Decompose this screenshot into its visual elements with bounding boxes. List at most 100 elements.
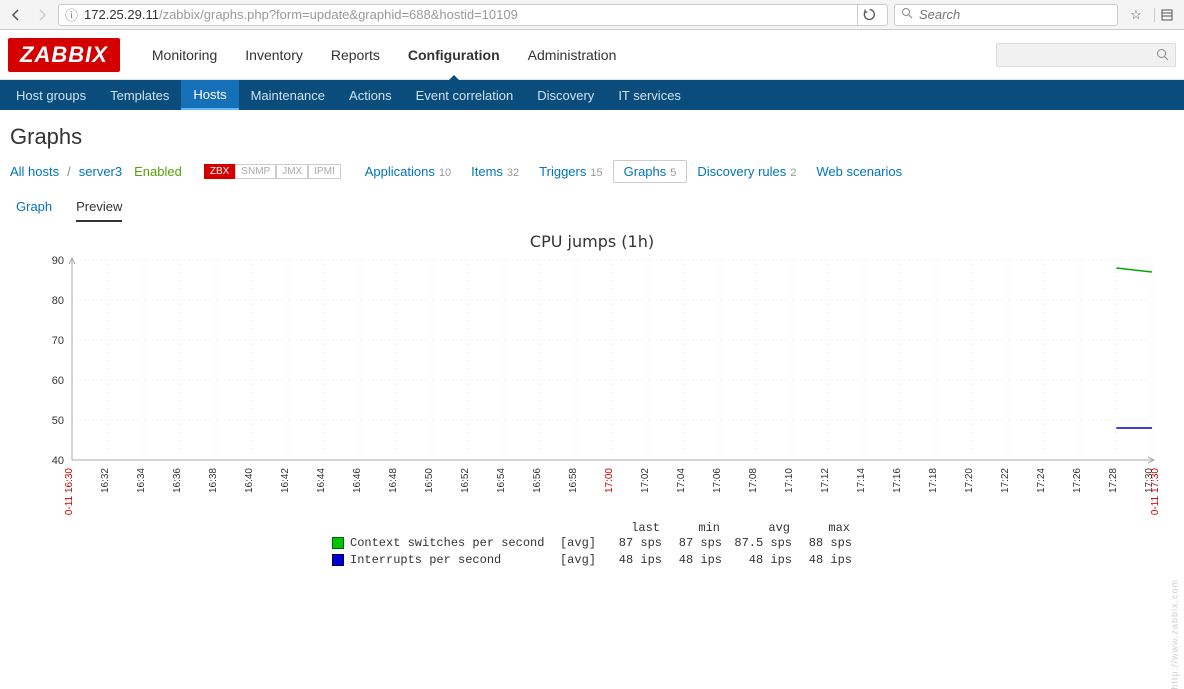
sub-nav-actions[interactable]: Actions bbox=[337, 80, 404, 110]
svg-text:10-11 17:30: 10-11 17:30 bbox=[1150, 468, 1161, 515]
svg-text:16:38: 16:38 bbox=[208, 468, 219, 493]
host-section-graphs[interactable]: Graphs5 bbox=[613, 160, 688, 183]
svg-text:16:50: 16:50 bbox=[424, 468, 435, 493]
svg-text:16:46: 16:46 bbox=[352, 468, 363, 493]
top-nav-administration[interactable]: Administration bbox=[514, 30, 631, 80]
sub-nav-discovery[interactable]: Discovery bbox=[525, 80, 606, 110]
watermark: http://www.zabbix.com bbox=[1170, 579, 1180, 689]
top-nav-configuration[interactable]: Configuration bbox=[394, 30, 514, 80]
host-section-applications[interactable]: Applications10 bbox=[355, 164, 461, 179]
svg-text:40: 40 bbox=[52, 455, 64, 467]
sub-nav-host-groups[interactable]: Host groups bbox=[4, 80, 98, 110]
svg-text:16:54: 16:54 bbox=[496, 468, 507, 493]
browser-search-input[interactable] bbox=[919, 7, 1111, 22]
badge-zbx: ZBX bbox=[204, 164, 235, 179]
svg-text:17:10: 17:10 bbox=[784, 468, 795, 493]
tab-preview[interactable]: Preview bbox=[76, 193, 122, 222]
svg-text:16:32: 16:32 bbox=[100, 468, 111, 493]
host-link[interactable]: server3 bbox=[79, 164, 122, 179]
zabbix-logo[interactable]: ZABBIX bbox=[8, 38, 120, 72]
bookmark-icon[interactable]: ☆ bbox=[1124, 7, 1148, 23]
app-header: ZABBIX MonitoringInventoryReportsConfigu… bbox=[0, 30, 1184, 80]
host-breadcrumb: All hosts / server3 Enabled ZBXSNMPJMXIP… bbox=[0, 160, 1184, 185]
back-icon[interactable] bbox=[6, 5, 26, 25]
svg-text:17:14: 17:14 bbox=[856, 468, 867, 493]
host-status: Enabled bbox=[126, 164, 190, 179]
all-hosts-link[interactable]: All hosts bbox=[10, 164, 59, 179]
svg-text:16:44: 16:44 bbox=[316, 468, 327, 493]
legend-swatch-icon bbox=[332, 537, 344, 549]
svg-text:17:02: 17:02 bbox=[640, 468, 651, 493]
host-section-items[interactable]: Items32 bbox=[461, 164, 529, 179]
interface-badges: ZBXSNMPJMXIPMI bbox=[204, 164, 341, 179]
svg-text:17:00: 17:00 bbox=[604, 468, 615, 493]
svg-text:17:06: 17:06 bbox=[712, 468, 723, 493]
legend-agg: [avg] bbox=[556, 552, 596, 569]
search-icon bbox=[1156, 48, 1169, 61]
top-nav-reports[interactable]: Reports bbox=[317, 30, 394, 80]
svg-text:16:36: 16:36 bbox=[172, 468, 183, 493]
top-nav-inventory[interactable]: Inventory bbox=[231, 30, 317, 80]
legend-row: Context switches per second[avg]87 sps87… bbox=[332, 535, 852, 552]
forward-icon bbox=[32, 5, 52, 25]
sub-nav-it-services[interactable]: IT services bbox=[606, 80, 693, 110]
browser-search[interactable] bbox=[894, 4, 1118, 26]
svg-text:17:28: 17:28 bbox=[1108, 468, 1119, 493]
badge-snmp: SNMP bbox=[235, 164, 276, 179]
page-title: Graphs bbox=[0, 110, 1184, 160]
sub-nav-templates[interactable]: Templates bbox=[98, 80, 181, 110]
chart-area: CPU jumps (1h) 40506070809010-11 16:3016… bbox=[0, 222, 1184, 579]
top-nav-monitoring[interactable]: Monitoring bbox=[138, 30, 231, 80]
sidebar-icon[interactable] bbox=[1154, 8, 1178, 22]
browser-bar: ⓘ 172.25.29.11/zabbix/graphs.php?form=up… bbox=[0, 0, 1184, 30]
svg-text:16:48: 16:48 bbox=[388, 468, 399, 493]
legend-agg: [avg] bbox=[556, 535, 596, 552]
svg-text:16:34: 16:34 bbox=[136, 468, 147, 493]
host-section-web-scenarios[interactable]: Web scenarios bbox=[806, 164, 912, 179]
legend-series-name: Context switches per second bbox=[350, 535, 550, 552]
svg-text:90: 90 bbox=[52, 255, 64, 267]
reload-icon[interactable] bbox=[857, 4, 881, 26]
svg-text:16:58: 16:58 bbox=[568, 468, 579, 493]
svg-text:17:04: 17:04 bbox=[676, 468, 687, 493]
sub-nav: Host groupsTemplatesHostsMaintenanceActi… bbox=[0, 80, 1184, 110]
svg-text:17:22: 17:22 bbox=[1000, 468, 1011, 493]
badge-ipmi: IPMI bbox=[308, 164, 341, 179]
search-icon bbox=[901, 7, 913, 22]
svg-text:17:24: 17:24 bbox=[1036, 468, 1047, 493]
host-section-triggers[interactable]: Triggers15 bbox=[529, 164, 612, 179]
sub-nav-hosts[interactable]: Hosts bbox=[181, 80, 238, 110]
url-text: 172.25.29.11/zabbix/graphs.php?form=upda… bbox=[84, 7, 851, 22]
top-nav: MonitoringInventoryReportsConfigurationA… bbox=[138, 30, 630, 80]
svg-text:17:20: 17:20 bbox=[964, 468, 975, 493]
svg-text:17:26: 17:26 bbox=[1072, 468, 1083, 493]
chart-svg: 40 50 60 70 80 90 10-11 16:30 16:32 16:34 16:36 16… bbox=[12, 255, 1172, 515]
legend-header: lastminavgmax bbox=[600, 521, 852, 535]
sub-nav-maintenance[interactable]: Maintenance bbox=[239, 80, 337, 110]
svg-text:17:08: 17:08 bbox=[748, 468, 759, 493]
graph-tabs: Graph Preview bbox=[0, 185, 1184, 222]
legend-row: Interrupts per second[avg]48 ips48 ips48… bbox=[332, 552, 852, 569]
svg-text:17:16: 17:16 bbox=[892, 468, 903, 493]
svg-text:17:12: 17:12 bbox=[820, 468, 831, 493]
svg-text:10-11 16:30: 10-11 16:30 bbox=[64, 468, 75, 515]
svg-text:16:56: 16:56 bbox=[532, 468, 543, 493]
badge-jmx: JMX bbox=[276, 164, 308, 179]
tab-graph[interactable]: Graph bbox=[16, 193, 52, 222]
info-icon[interactable]: ⓘ bbox=[65, 5, 78, 24]
app-search[interactable] bbox=[996, 43, 1176, 67]
legend-swatch-icon bbox=[332, 554, 344, 566]
svg-text:60: 60 bbox=[52, 375, 64, 387]
url-bar[interactable]: ⓘ 172.25.29.11/zabbix/graphs.php?form=up… bbox=[58, 4, 888, 26]
svg-text:80: 80 bbox=[52, 295, 64, 307]
host-section-discovery-rules[interactable]: Discovery rules2 bbox=[687, 164, 806, 179]
legend-series-name: Interrupts per second bbox=[350, 552, 550, 569]
chart-legend: lastminavgmax Context switches per secon… bbox=[12, 521, 1172, 569]
svg-text:50: 50 bbox=[52, 415, 64, 427]
svg-text:17:18: 17:18 bbox=[928, 468, 939, 493]
sub-nav-event-correlation[interactable]: Event correlation bbox=[404, 80, 526, 110]
svg-text:70: 70 bbox=[52, 335, 64, 347]
svg-text:16:42: 16:42 bbox=[280, 468, 291, 493]
svg-text:16:40: 16:40 bbox=[244, 468, 255, 493]
svg-text:16:52: 16:52 bbox=[460, 468, 471, 493]
